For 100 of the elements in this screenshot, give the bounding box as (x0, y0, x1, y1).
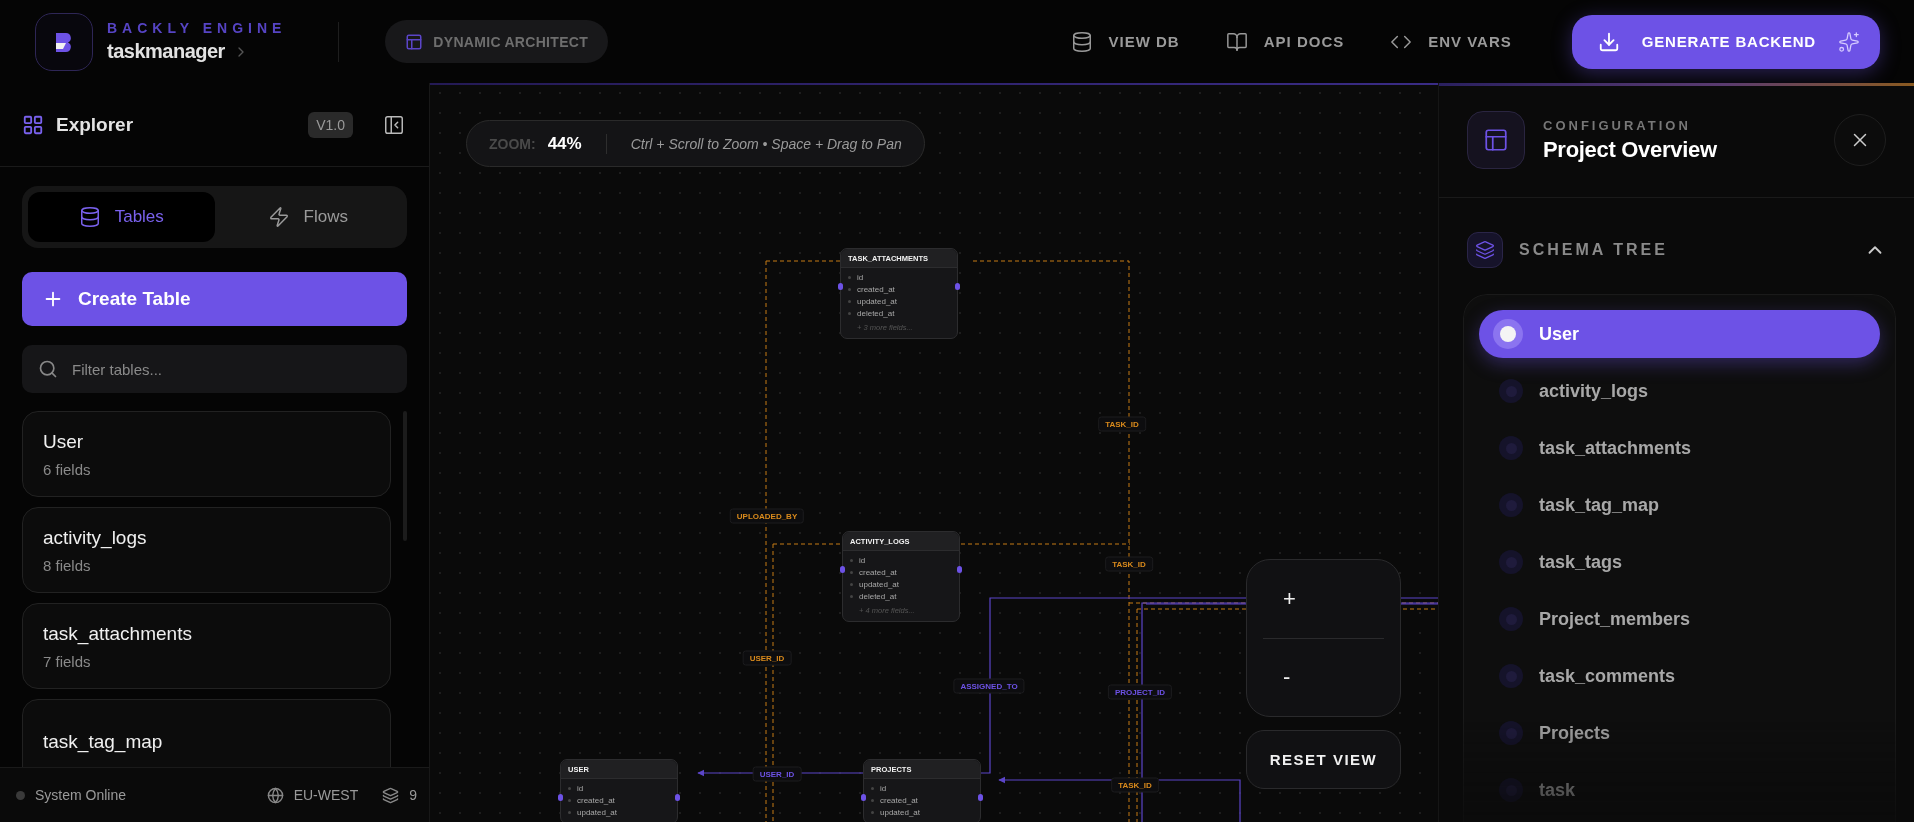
globe-icon (266, 786, 284, 804)
node-dot-icon (1499, 493, 1523, 517)
status-dot (16, 790, 25, 800)
close-button[interactable] (1834, 114, 1886, 166)
project-name[interactable]: taskmanager (107, 40, 225, 63)
zoom-hint: Ctrl + Scroll to Zoom • Space + Drag to Pan (630, 135, 902, 152)
layer-count: 9 (409, 787, 417, 803)
schema-tree-item[interactable]: task_tags (1479, 538, 1880, 586)
schema-tree-item[interactable]: activity_logs (1479, 367, 1880, 415)
table-card[interactable]: activity_logs 8 fields (22, 507, 391, 593)
relation-label: PROJECT_ID (1107, 684, 1173, 700)
brand-name: BACKLY ENGINE (107, 20, 287, 36)
table-card[interactable]: task_attachments 7 fields (22, 603, 391, 689)
download-icon (1597, 30, 1620, 53)
mode-badge: DYNAMIC ARCHITECT (385, 20, 609, 63)
connection-handle[interactable] (955, 283, 960, 290)
layers-icon (382, 786, 400, 804)
connection-handle[interactable] (558, 794, 563, 801)
node-dot-icon (1499, 550, 1523, 574)
grid-icon (22, 113, 44, 136)
layout-icon (1483, 127, 1509, 153)
database-icon (1070, 30, 1093, 53)
search-icon (38, 359, 58, 379)
schema-tree-item[interactable]: task_tag_map (1479, 481, 1880, 529)
connection-handle[interactable] (838, 283, 843, 290)
connection-handle[interactable] (861, 794, 866, 801)
node-field: created_at (848, 285, 950, 294)
layout-icon (405, 32, 424, 51)
nav-link[interactable]: VIEW DB (1070, 24, 1180, 59)
schema-tree-item[interactable]: task_attachments (1479, 424, 1880, 472)
relation-label: ASSIGNED_TO (953, 678, 1025, 694)
schema-tree-item[interactable]: Project_members (1479, 595, 1880, 643)
app-logo[interactable] (35, 12, 93, 71)
schema-tree-item[interactable]: Projects (1479, 709, 1880, 757)
status-text: System Online (35, 787, 127, 803)
schema-tree-item[interactable]: task_comments (1479, 652, 1880, 700)
node-field: updated_at (871, 808, 973, 817)
node-field: updated_at (568, 808, 670, 817)
field-count: 7 fields (43, 652, 92, 670)
node-dot-icon (1499, 778, 1523, 802)
node-dot-icon (1499, 607, 1523, 631)
reset-view-button[interactable]: RESET VIEW (1246, 730, 1401, 789)
node-dot-icon (1493, 319, 1523, 349)
node-field: created_at (850, 568, 952, 577)
node-field: updated_at (848, 297, 950, 306)
schema-tree-header[interactable]: SCHEMA TREE (1467, 231, 1886, 269)
field-count: 8 fields (43, 556, 92, 574)
create-table-button[interactable]: Create Table (22, 272, 407, 326)
sidebar-tab[interactable]: Flows (214, 192, 401, 242)
filter-field[interactable]: Filter tables... (22, 345, 407, 393)
connection-handle[interactable] (840, 566, 845, 573)
node-dot-icon (1499, 436, 1523, 460)
zoom-in-button[interactable]: + (1263, 560, 1384, 638)
table-card[interactable]: User 6 fields (22, 411, 391, 497)
node-dot-icon (1499, 379, 1523, 403)
node-field: created_at (871, 796, 973, 805)
nav-link[interactable]: ENV VARS (1390, 24, 1512, 59)
node-field: deleted_at (848, 309, 950, 318)
connection-handle[interactable] (675, 794, 680, 801)
collapse-panel-icon (383, 113, 405, 136)
collapse-sidebar-button[interactable] (383, 113, 405, 136)
sparkles-icon (1838, 30, 1860, 53)
lightning-icon (267, 206, 290, 228)
panel-title: Project Overview (1543, 136, 1717, 163)
table-name: User (43, 430, 85, 453)
zoom-out-button[interactable]: - (1263, 638, 1384, 716)
connection-handle[interactable] (957, 566, 962, 573)
book-icon (1225, 30, 1248, 53)
relation-label: TASK_ID (1098, 416, 1146, 432)
nav-link[interactable]: API DOCS (1225, 24, 1345, 59)
table-card[interactable]: task_tag_map (22, 699, 391, 767)
generate-button[interactable]: GENERATE BACKEND (1571, 14, 1880, 69)
table-name: task_attachments (43, 622, 193, 645)
node-field: id (850, 556, 952, 565)
relation-label: USER_ID (742, 650, 792, 666)
node-dot-icon (1499, 664, 1523, 688)
schema-tree-item[interactable]: User (1479, 310, 1880, 358)
sidebar-tab[interactable]: Tables (28, 192, 215, 242)
database-icon (78, 206, 101, 228)
node-field: id (871, 784, 973, 793)
relation-label: TASK_ID (1105, 556, 1153, 572)
field-count: 6 fields (43, 460, 92, 478)
node-field: created_at (568, 796, 670, 805)
connection-handle[interactable] (978, 794, 983, 801)
zoom-value: 44% (547, 133, 582, 154)
table-name: task_tag_map (43, 731, 164, 753)
relation-label: USER_ID (752, 766, 802, 782)
layers-icon (1475, 240, 1495, 260)
table-name: activity_logs (43, 526, 148, 549)
region-label: EU-WEST (293, 787, 359, 803)
node-field: id (568, 784, 670, 793)
relation-label: UPLOADED_BY (729, 508, 805, 524)
node-field: updated_at (850, 580, 952, 589)
relation-label: TASK_ID (1111, 777, 1159, 793)
node-dot-icon (1499, 721, 1523, 745)
sidebar-title: Explorer (56, 113, 134, 136)
panel-eyebrow: CONFIGURATION (1543, 117, 1692, 133)
node-field: id (848, 273, 950, 282)
version-badge: V1.0 (308, 111, 353, 138)
node-field: deleted_at (850, 592, 952, 601)
